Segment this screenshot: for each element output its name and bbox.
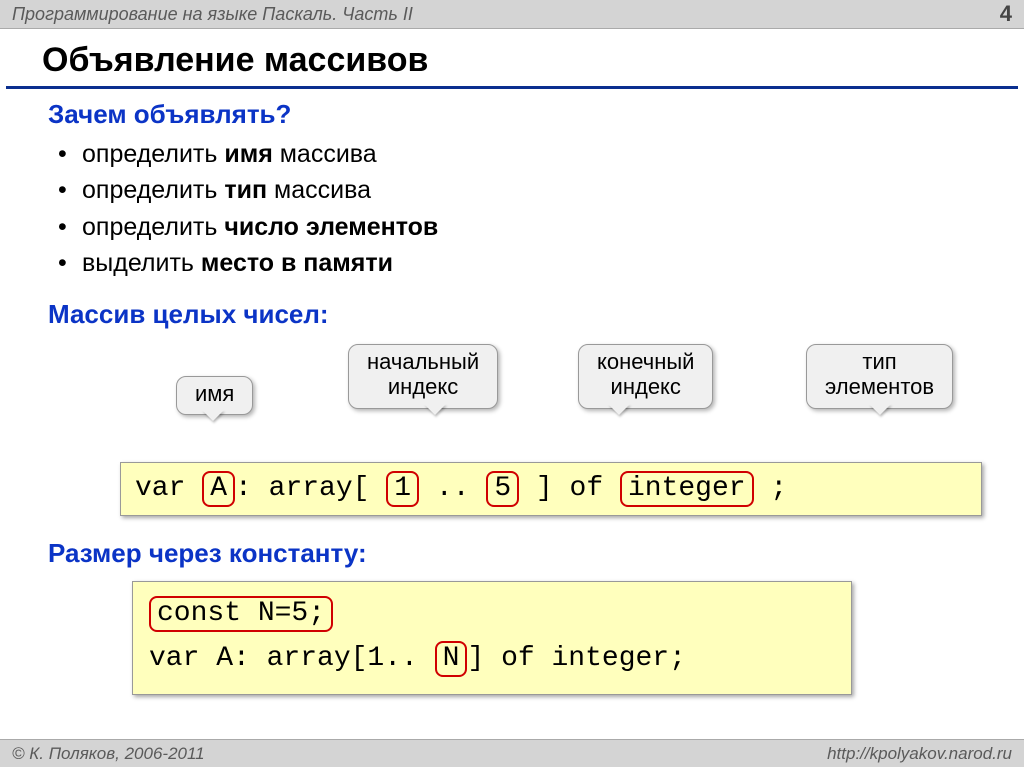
hl-type: integer — [620, 471, 754, 507]
var-line-post: ] of integer; — [467, 643, 685, 674]
array-declaration-diagram: имя начальныйиндекс конечныйиндекс типэл… — [48, 342, 988, 516]
callout-element-type: типэлементов — [806, 344, 953, 409]
footer-url: http://kpolyakov.narod.ru — [827, 744, 1012, 764]
callout-name: имя — [176, 376, 253, 415]
list-item: определить число элементов — [82, 209, 988, 245]
section-why-heading: Зачем объявлять? — [48, 99, 988, 130]
code-const-size: const N=5; var A: array[1.. N] of intege… — [132, 581, 852, 695]
hl-identifier: A — [202, 471, 235, 507]
list-item: выделить место в памяти — [82, 245, 988, 281]
hl-const-line: const N=5; — [149, 596, 333, 632]
footer-bar: © К. Поляков, 2006-2011 http://kpolyakov… — [0, 739, 1024, 767]
code-var-declaration: var A: array[ 1 .. 5 ] of integer ; — [120, 462, 982, 516]
kw-var: var — [135, 473, 185, 504]
why-list: определить имя массива определить тип ма… — [48, 136, 988, 281]
list-item: определить имя массива — [82, 136, 988, 172]
slide-content: Зачем объявлять? определить имя массива … — [0, 99, 1024, 695]
slide-title: Объявление массивов — [6, 29, 1018, 89]
page-number: 4 — [1000, 1, 1012, 27]
hl-n: N — [435, 641, 468, 677]
callout-start-index: начальныйиндекс — [348, 344, 498, 409]
var-line-pre: var A: array[1.. — [149, 643, 418, 674]
section-int-array-heading: Массив целых чисел: — [48, 299, 988, 330]
course-title: Программирование на языке Паскаль. Часть… — [12, 4, 413, 25]
hl-end-index: 5 — [486, 471, 519, 507]
footer-copyright: © К. Поляков, 2006-2011 — [12, 744, 205, 764]
hl-start-index: 1 — [386, 471, 419, 507]
section-const-heading: Размер через константу: — [48, 538, 988, 569]
callout-end-index: конечныйиндекс — [578, 344, 713, 409]
list-item: определить тип массива — [82, 172, 988, 208]
header-bar: Программирование на языке Паскаль. Часть… — [0, 0, 1024, 29]
